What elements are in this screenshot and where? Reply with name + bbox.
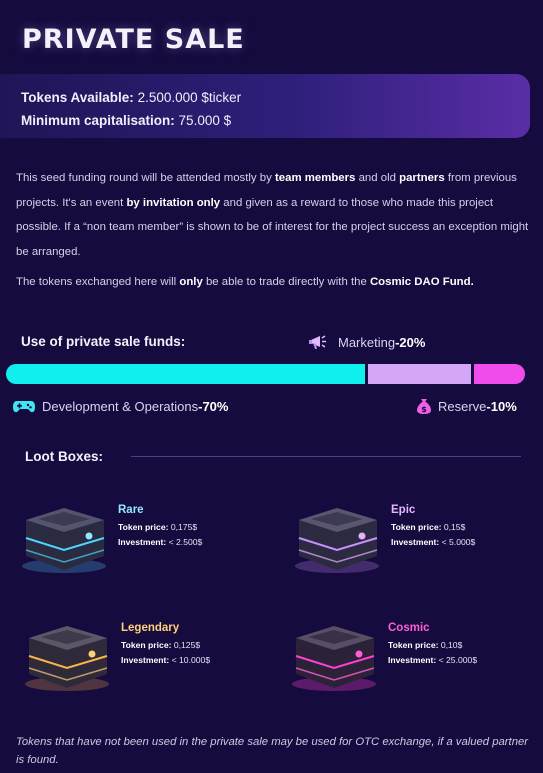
min-cap-label: Minimum capitalisation: bbox=[21, 113, 175, 128]
tokens-card: Tokens Available: 2.500.000 $ticker Mini… bbox=[0, 74, 530, 138]
loot-box-epic-name: Epic bbox=[391, 504, 416, 516]
funds-bar bbox=[6, 364, 525, 384]
gamepad-icon bbox=[12, 397, 35, 415]
loot-box-cosmic-investment: < 25.000$ bbox=[438, 655, 478, 665]
legend-development: Development & Operations - 70% bbox=[12, 397, 228, 415]
rare-box-icon bbox=[22, 508, 106, 573]
funds-label: Use of private sale funds: bbox=[21, 334, 186, 349]
money-bag-icon: $ bbox=[416, 397, 432, 415]
legend-reserve-percent: 10% bbox=[490, 398, 517, 414]
legend-reserve: $ Reserve - 10% bbox=[416, 397, 517, 415]
megaphone-icon bbox=[308, 333, 330, 351]
min-cap-row: Minimum capitalisation: 75.000 $ bbox=[21, 109, 530, 132]
funds-bar-reserve bbox=[473, 364, 525, 384]
legend-development-name: Development & Operations bbox=[42, 398, 199, 414]
trade-paragraph: The tokens exchanged here will only be a… bbox=[16, 276, 474, 288]
loot-box-rare[interactable]: Rare Token price: 0,175$ Investment: < 2… bbox=[18, 494, 258, 584]
loot-box-cosmic-info: Cosmic Token price: 0,10$ Investment: < … bbox=[388, 622, 478, 665]
legend-marketing-percent: 20% bbox=[399, 334, 426, 350]
epic-box-icon bbox=[295, 508, 379, 573]
loot-box-epic-info: Epic Token price: 0,15$ Investment: < 5.… bbox=[391, 504, 476, 547]
loot-box-legendary-price: 0,125$ bbox=[173, 640, 201, 650]
funds-bar-marketing bbox=[368, 364, 471, 384]
tokens-available-label: Tokens Available: bbox=[21, 90, 134, 105]
min-cap-value: 75.000 $ bbox=[178, 113, 232, 128]
loot-box-rare-name: Rare bbox=[118, 504, 144, 516]
tokens-available-value: 2.500.000 $ticker bbox=[137, 90, 242, 105]
tokens-available-row: Tokens Available: 2.500.000 $ticker bbox=[21, 86, 530, 109]
loot-box-rare-price: 0,175$ bbox=[170, 522, 198, 532]
loot-box-epic[interactable]: Epic Token price: 0,15$ Investment: < 5.… bbox=[291, 494, 531, 584]
intro-paragraph: This seed funding round will be attended… bbox=[16, 172, 529, 258]
footer-note: Tokens that have not been used in the pr… bbox=[16, 736, 529, 766]
svg-text:$: $ bbox=[421, 405, 427, 414]
cosmic-box-icon bbox=[292, 626, 376, 691]
loot-box-rare-investment: < 2.500$ bbox=[168, 537, 203, 547]
loot-box-rare-info: Rare Token price: 0,175$ Investment: < 2… bbox=[118, 504, 203, 547]
loot-box-legendary-investment: < 10.000$ bbox=[171, 655, 211, 665]
page-title: PRIVATE SALE bbox=[22, 24, 245, 55]
loot-box-cosmic-price: 0,10$ bbox=[440, 640, 463, 650]
loot-box-legendary[interactable]: Legendary Token price: 0,125$ Investment… bbox=[21, 612, 261, 702]
loot-box-legendary-name: Legendary bbox=[121, 622, 180, 634]
legend-marketing-name: Marketing bbox=[338, 334, 396, 350]
loot-box-epic-price: 0,15$ bbox=[443, 522, 466, 532]
loot-box-epic-investment: < 5.000$ bbox=[441, 537, 476, 547]
legend-marketing: Marketing - 20% bbox=[308, 333, 425, 351]
legend-development-percent: 70% bbox=[202, 398, 229, 414]
loot-box-cosmic-name: Cosmic bbox=[388, 622, 430, 634]
loot-boxes-label: Loot Boxes: bbox=[25, 449, 104, 464]
legendary-box-icon bbox=[25, 626, 109, 691]
legend-reserve-name: Reserve bbox=[438, 398, 487, 414]
loot-divider bbox=[131, 456, 521, 457]
funds-bar-development bbox=[6, 364, 366, 384]
loot-box-legendary-info: Legendary Token price: 0,125$ Investment… bbox=[121, 622, 211, 665]
loot-box-cosmic[interactable]: Cosmic Token price: 0,10$ Investment: < … bbox=[288, 612, 528, 702]
